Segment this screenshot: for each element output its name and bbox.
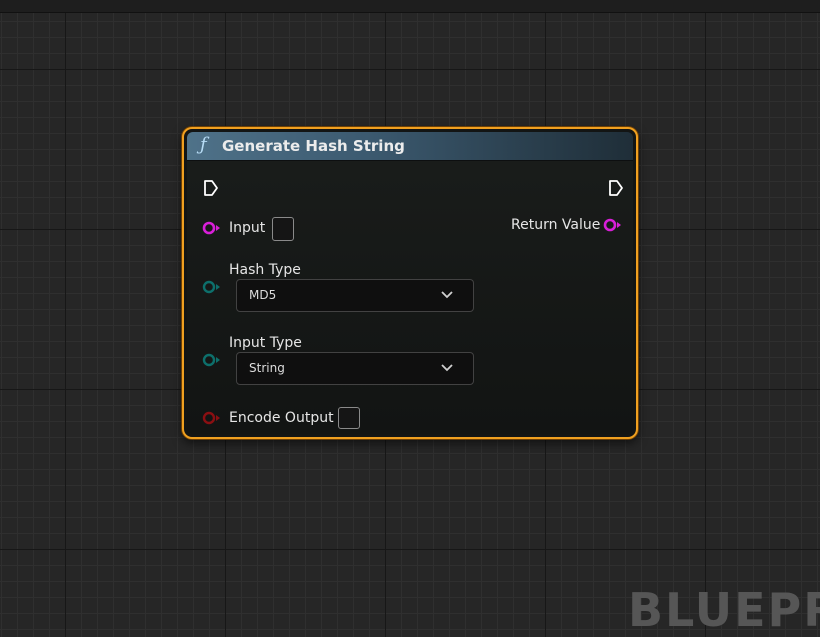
node-title: Generate Hash String — [222, 137, 405, 155]
generate-hash-string-node[interactable]: ƒ Generate Hash String Input Return Valu… — [182, 127, 638, 439]
encode-output-label: Encode Output — [229, 410, 334, 426]
function-icon: ƒ — [200, 134, 207, 155]
chevron-down-icon — [441, 364, 453, 372]
input-value-field[interactable] — [272, 217, 294, 241]
hash-type-selected: MD5 — [249, 288, 277, 302]
exec-out-icon[interactable] — [608, 179, 624, 197]
encode-output-checkbox[interactable] — [338, 407, 360, 429]
node-header[interactable]: ƒ Generate Hash String — [187, 132, 633, 161]
hash-type-pin-icon[interactable] — [202, 280, 222, 294]
input-type-label: Input Type — [229, 335, 302, 351]
input-pin-label: Input — [229, 220, 266, 236]
top-toolbar-edge — [0, 0, 820, 13]
input-type-selected: String — [249, 361, 285, 375]
return-value-pin-icon[interactable] — [603, 218, 623, 232]
chevron-down-icon — [441, 291, 453, 299]
encode-output-pin-icon[interactable] — [202, 411, 222, 425]
return-value-label: Return Value — [511, 217, 601, 233]
hash-type-label: Hash Type — [229, 262, 301, 278]
hash-type-dropdown[interactable]: MD5 — [236, 279, 474, 312]
input-type-pin-icon[interactable] — [202, 353, 222, 367]
input-pin-icon[interactable] — [202, 221, 222, 235]
node-body: ƒ Generate Hash String Input Return Valu… — [187, 132, 633, 434]
exec-in-icon[interactable] — [203, 179, 219, 197]
blueprint-watermark: BLUEPR — [628, 583, 820, 637]
input-type-dropdown[interactable]: String — [236, 352, 474, 385]
